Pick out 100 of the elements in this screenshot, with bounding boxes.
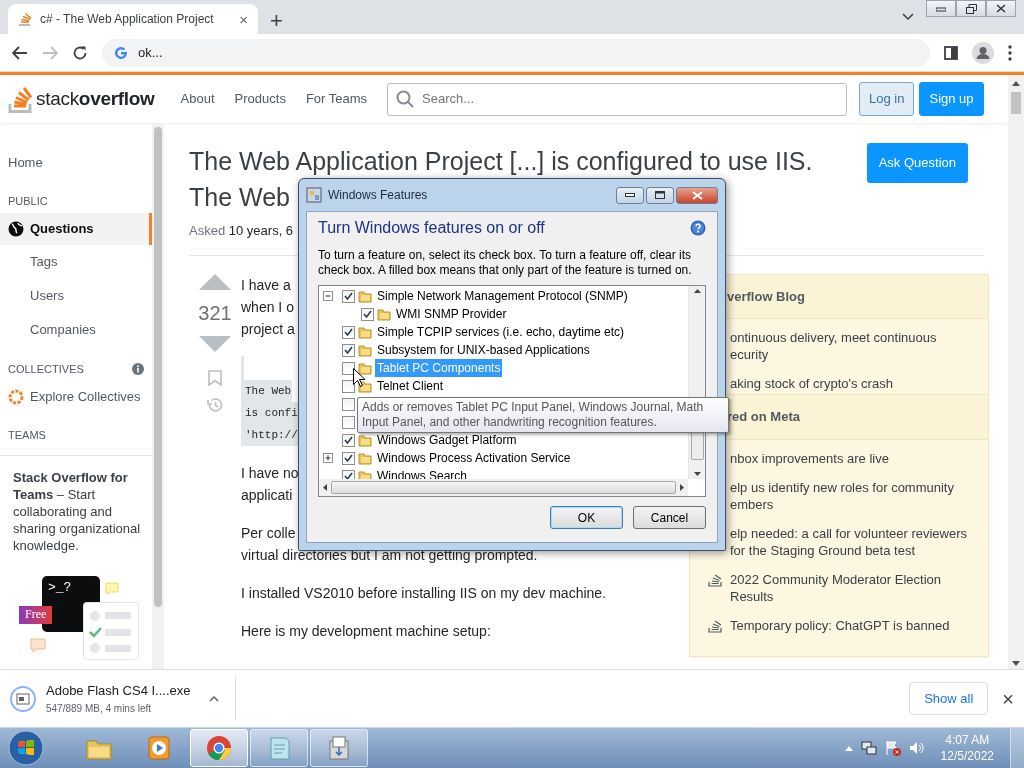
nav-item[interactable]: Companies — [0, 313, 152, 347]
ok-button[interactable]: OK — [550, 506, 623, 529]
blog-link[interactable]: embers — [730, 495, 774, 513]
tray-arrow-icon[interactable] — [844, 745, 853, 751]
feature-name[interactable]: Telnet Client — [375, 377, 446, 395]
download-filename[interactable]: Adobe Flash CS4 I....exe — [46, 681, 191, 701]
blog-link[interactable]: Temporary policy: ChatGPT is banned — [730, 616, 950, 634]
search-field[interactable]: Search... — [387, 82, 848, 116]
side-panel-icon[interactable] — [944, 45, 958, 60]
nav-item[interactable]: Questions — [0, 213, 152, 245]
collapse-button[interactable] — [323, 291, 333, 301]
logo-text[interactable]: stackoverflow — [36, 84, 155, 114]
flag-alert-icon[interactable] — [884, 740, 901, 756]
expand-button[interactable] — [323, 453, 333, 463]
checkbox[interactable] — [342, 451, 355, 465]
blog-link[interactable]: elp needed: a call for volunteer reviewers — [730, 524, 968, 542]
nav-item[interactable]: Explore Collectives — [0, 381, 152, 413]
speech-bubble-icon — [105, 582, 119, 596]
blog-link[interactable]: elp us identify new roles for community — [730, 478, 954, 496]
browser-tab[interactable]: c# - The Web Application Project × — [8, 4, 258, 34]
volume-icon[interactable] — [908, 740, 925, 756]
nav-item[interactable]: Home — [0, 147, 152, 179]
check-icon — [344, 472, 353, 479]
maximize-button[interactable] — [646, 186, 674, 204]
close-button[interactable]: × — [1002, 688, 1014, 709]
scroll-right-icon[interactable] — [680, 484, 684, 491]
checkbox[interactable] — [342, 415, 355, 429]
tree-hscrollbar[interactable] — [331, 481, 676, 494]
show-all-button[interactable]: Show all — [909, 681, 989, 716]
close-button[interactable] — [986, 0, 1016, 17]
log-in-button[interactable]: Log in — [859, 82, 915, 116]
scroll-left-icon[interactable] — [323, 484, 327, 491]
checkbox[interactable] — [342, 433, 355, 447]
profile-icon[interactable] — [972, 41, 994, 64]
tab-close-button[interactable]: × — [239, 11, 248, 27]
chrome-icon — [204, 733, 234, 763]
back-arrow-icon[interactable] — [12, 45, 28, 60]
nav-link[interactable]: About — [170, 83, 225, 115]
start-button-icon[interactable] — [8, 730, 44, 766]
close-icon — [996, 4, 1006, 13]
blog-link[interactable]: 2022 Community Moderator Election — [730, 570, 941, 588]
question-title[interactable]: The Web Application Project [...] is configured to use IIS. — [189, 143, 813, 179]
network-icon[interactable] — [860, 740, 877, 756]
feature-name[interactable]: Simple Network Management Protocol (SNMP) — [375, 287, 630, 305]
feature-name[interactable]: Subsystem for UNIX-based Applications — [375, 341, 592, 359]
blog-link[interactable]: for the Staging Ground beta test — [730, 541, 915, 559]
checkbox[interactable] — [342, 397, 355, 411]
more-menu-icon[interactable] — [1008, 44, 1012, 61]
chevron-down-icon[interactable] — [902, 13, 914, 21]
scroll-up-icon[interactable] — [1012, 81, 1020, 86]
checkbox[interactable] — [342, 325, 355, 339]
new-tab-button[interactable]: + — [270, 10, 283, 32]
sidebar-scrollbar[interactable] — [154, 127, 162, 607]
blog-link[interactable]: ontinuous delivery, meet continuous — [730, 329, 937, 346]
blog-link[interactable]: Results — [730, 587, 774, 605]
feature-name[interactable]: WMI SNMP Provider — [394, 305, 509, 323]
checkbox[interactable] — [342, 379, 355, 393]
chevron-up-icon[interactable] — [209, 695, 219, 702]
nav-link[interactable]: For Teams — [295, 83, 378, 115]
post-text: when I o — [241, 298, 294, 315]
page-scrollbar[interactable] — [1011, 92, 1021, 114]
scroll-up-icon[interactable] — [693, 289, 701, 293]
address-bar[interactable]: ok... — [102, 38, 930, 67]
taskbar-button[interactable] — [310, 729, 368, 767]
feature-name[interactable]: Windows Process Activation Service — [375, 449, 573, 467]
nav-link[interactable]: Products — [224, 83, 296, 115]
nav-item[interactable]: Tags — [0, 245, 152, 279]
reload-icon[interactable] — [72, 44, 88, 61]
scroll-down-icon[interactable] — [693, 472, 701, 476]
checkbox[interactable] — [342, 289, 355, 303]
nav-item[interactable]: Users — [0, 279, 152, 313]
blog-link[interactable]: ecurity — [730, 346, 769, 363]
minimize-button[interactable] — [616, 186, 644, 204]
check-icon — [344, 454, 353, 462]
checkbox[interactable] — [361, 307, 374, 321]
close-button[interactable] — [676, 186, 718, 204]
taskbar-button[interactable] — [190, 729, 248, 767]
tooltip: Adds or removes Tablet PC Input Panel, Windows Journal, Math Input Panel, and other handwriting recognition features. — [357, 397, 729, 433]
mouse-pointer-icon — [353, 368, 365, 387]
restore-button[interactable] — [956, 0, 986, 17]
nav-heading: COLLECTIVES — [8, 362, 84, 377]
address-text: ok... — [138, 43, 163, 62]
check-icon — [363, 310, 372, 318]
feature-name[interactable]: Windows Gadget Platform — [375, 431, 519, 449]
checkbox[interactable] — [342, 361, 355, 375]
search-input[interactable]: Search... — [420, 88, 839, 110]
help-icon[interactable] — [690, 220, 706, 236]
question-title[interactable]: The Web — [189, 179, 290, 215]
scroll-down-icon[interactable] — [1012, 661, 1020, 666]
checkbox[interactable] — [342, 343, 355, 357]
check-icon — [344, 292, 353, 300]
feature-name[interactable]: Simple TCPIP services (i.e. echo, daytime etc) — [375, 323, 626, 341]
dialog-description: To turn a feature on, select its check box. To turn a feature off, clear its check box. A filled box means that only part of the feature is turned on. — [318, 248, 693, 278]
blog-link[interactable]: aking stock of crypto's crash — [730, 375, 893, 392]
blog-link[interactable]: nbox improvements are live — [730, 449, 889, 467]
cancel-button[interactable]: Cancel — [633, 506, 706, 529]
globe-icon — [8, 221, 24, 237]
folder-icon — [358, 325, 372, 339]
stack-icon[interactable] — [8, 85, 34, 113]
post-text: applicati — [241, 486, 293, 503]
